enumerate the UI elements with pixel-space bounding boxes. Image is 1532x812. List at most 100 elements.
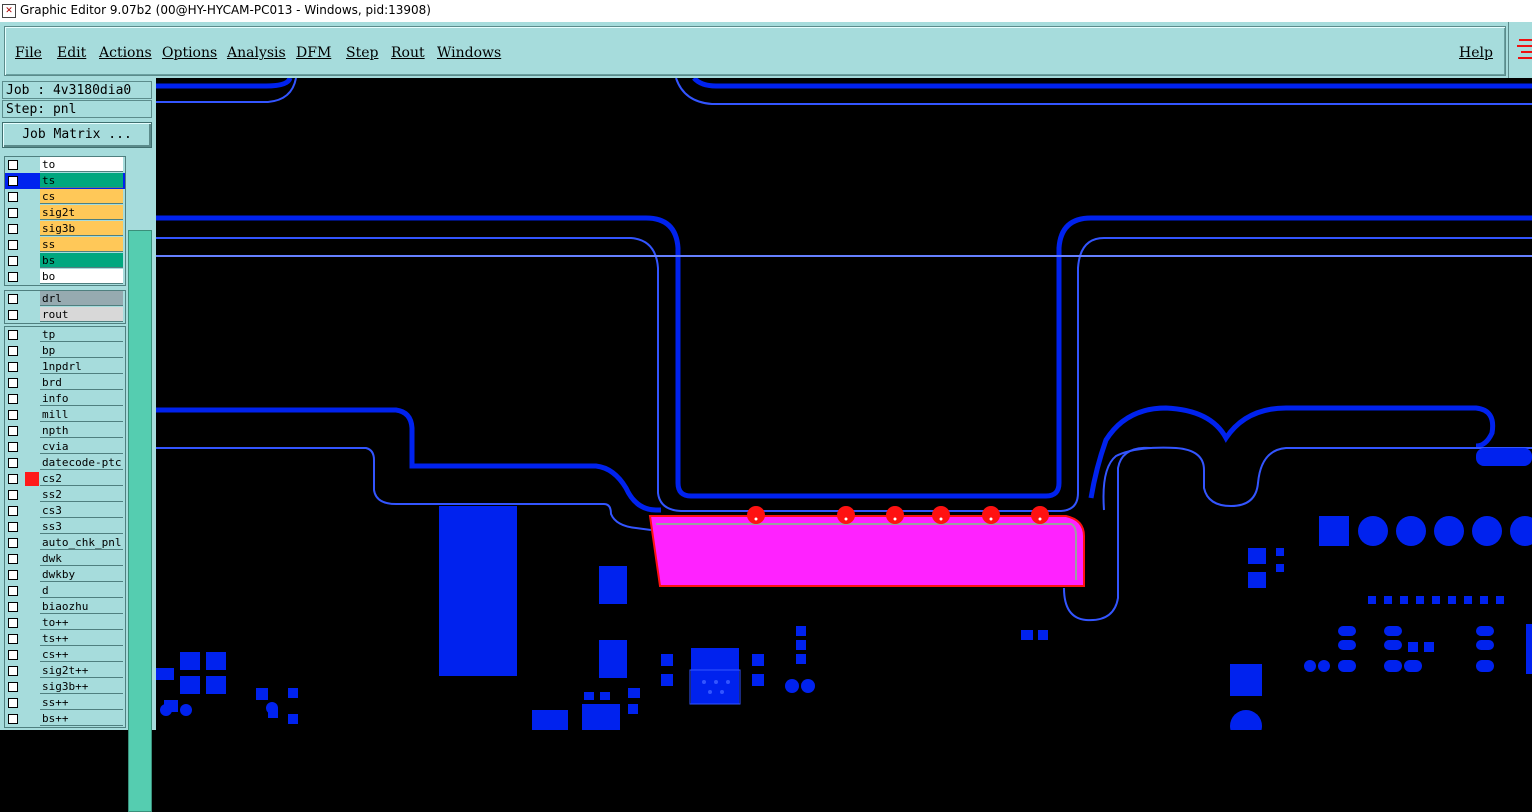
layer-row[interactable]: dwk (5, 551, 125, 567)
layer-row[interactable]: d (5, 583, 125, 599)
menu-windows[interactable]: Windows (437, 45, 501, 61)
layer-name[interactable]: biaozhu (40, 599, 123, 614)
layer-name[interactable]: ts (40, 173, 123, 188)
layer-row[interactable]: tp (5, 327, 125, 343)
layer-checkbox[interactable] (8, 554, 18, 564)
layer-name[interactable]: 1npdrl (40, 359, 123, 374)
layer-name[interactable]: sig2t++ (40, 663, 123, 678)
layer-name[interactable]: ss (40, 237, 123, 252)
menu-analysis[interactable]: Analysis (227, 45, 286, 61)
layer-checkbox[interactable] (8, 362, 18, 372)
layer-checkbox[interactable] (8, 506, 18, 516)
layer-name[interactable]: bp (40, 343, 123, 358)
layer-name[interactable]: rout (40, 307, 123, 322)
layer-checkbox[interactable] (8, 650, 18, 660)
layer-name[interactable]: bo (40, 269, 123, 284)
layer-checkbox[interactable] (8, 240, 18, 250)
layer-checkbox[interactable] (8, 522, 18, 532)
layer-name[interactable]: dwk (40, 551, 123, 566)
layer-name[interactable]: sig3b (40, 221, 123, 236)
layer-name[interactable]: ss3 (40, 519, 123, 534)
menu-file[interactable]: File (15, 45, 42, 61)
layer-checkbox[interactable] (8, 714, 18, 724)
menu-actions[interactable]: Actions (99, 45, 152, 61)
layer-row[interactable]: ts (5, 173, 125, 189)
menu-options[interactable]: Options (162, 45, 217, 61)
layer-row[interactable]: dwkby (5, 567, 125, 583)
layer-row[interactable]: sig2t (5, 205, 125, 221)
layer-checkbox[interactable] (8, 474, 18, 484)
layer-name[interactable]: ts++ (40, 631, 123, 646)
layer-row[interactable]: ss (5, 237, 125, 253)
menu-help[interactable]: Help (1459, 45, 1493, 61)
layer-checkbox[interactable] (8, 378, 18, 388)
layer-checkbox[interactable] (8, 294, 18, 304)
layer-name[interactable]: brd (40, 375, 123, 390)
layer-list-scrollbar[interactable] (128, 230, 152, 812)
layer-name[interactable]: mill (40, 407, 123, 422)
layer-row[interactable]: sig2t++ (5, 663, 125, 679)
layer-checkbox[interactable] (8, 346, 18, 356)
layer-row[interactable]: datecode-ptc (5, 455, 125, 471)
layer-row[interactable]: cs3 (5, 503, 125, 519)
layer-checkbox[interactable] (8, 192, 18, 202)
layer-row[interactable]: ss++ (5, 695, 125, 711)
layer-row[interactable]: npth (5, 423, 125, 439)
layer-checkbox[interactable] (7, 175, 19, 187)
layer-checkbox[interactable] (8, 442, 18, 452)
layer-name[interactable]: tp (40, 327, 123, 342)
layer-name[interactable]: drl (40, 291, 123, 306)
layer-name[interactable]: ss2 (40, 487, 123, 502)
layer-name[interactable]: sig2t (40, 205, 123, 220)
layer-name[interactable]: dwkby (40, 567, 123, 582)
layer-checkbox[interactable] (8, 634, 18, 644)
layer-name[interactable]: ss++ (40, 695, 123, 710)
menu-step[interactable]: Step (346, 45, 378, 61)
layer-checkbox[interactable] (8, 394, 18, 404)
layer-row[interactable]: biaozhu (5, 599, 125, 615)
layer-row[interactable]: cs++ (5, 647, 125, 663)
layer-name[interactable]: cs++ (40, 647, 123, 662)
layer-checkbox[interactable] (8, 426, 18, 436)
menu-dfm[interactable]: DFM (296, 45, 331, 61)
layer-row[interactable]: ts++ (5, 631, 125, 647)
layer-name[interactable]: cs3 (40, 503, 123, 518)
layer-checkbox[interactable] (8, 330, 18, 340)
graphic-canvas[interactable] (156, 78, 1532, 730)
layer-row[interactable]: auto_chk_pnl (5, 535, 125, 551)
layer-row[interactable]: cs (5, 189, 125, 205)
layer-row[interactable]: bp (5, 343, 125, 359)
layer-name[interactable]: cs (40, 189, 123, 204)
menu-edit[interactable]: Edit (57, 45, 86, 61)
layer-row[interactable]: sig3b (5, 221, 125, 237)
layer-row[interactable]: cvia (5, 439, 125, 455)
layer-row[interactable]: 1npdrl (5, 359, 125, 375)
layer-checkbox[interactable] (8, 586, 18, 596)
layer-name[interactable]: info (40, 391, 123, 406)
layer-row[interactable]: brd (5, 375, 125, 391)
layer-checkbox[interactable] (8, 310, 18, 320)
layer-checkbox[interactable] (8, 410, 18, 420)
layer-checkbox[interactable] (8, 538, 18, 548)
layer-checkbox[interactable] (8, 698, 18, 708)
layer-checkbox[interactable] (8, 682, 18, 692)
layer-name[interactable]: to++ (40, 615, 123, 630)
layer-name[interactable]: bs++ (40, 711, 123, 726)
layer-name[interactable]: sig3b++ (40, 679, 123, 694)
layer-row[interactable]: ss3 (5, 519, 125, 535)
layer-row[interactable]: info (5, 391, 125, 407)
job-matrix-button[interactable]: Job Matrix ... (2, 122, 152, 148)
layer-checkbox[interactable] (8, 618, 18, 628)
layer-name[interactable]: auto_chk_pnl (40, 535, 123, 550)
menu-rout[interactable]: Rout (391, 45, 425, 61)
layer-checkbox[interactable] (8, 570, 18, 580)
layer-row[interactable]: cs2 (5, 471, 125, 487)
layer-row[interactable]: bs++ (5, 711, 125, 727)
red-lines-icon[interactable] (1509, 22, 1532, 78)
layer-checkbox[interactable] (8, 160, 18, 170)
layer-checkbox[interactable] (8, 208, 18, 218)
layer-checkbox[interactable] (8, 666, 18, 676)
layer-row[interactable]: bs (5, 253, 125, 269)
layer-checkbox[interactable] (8, 458, 18, 468)
layer-name[interactable]: to (40, 157, 123, 172)
